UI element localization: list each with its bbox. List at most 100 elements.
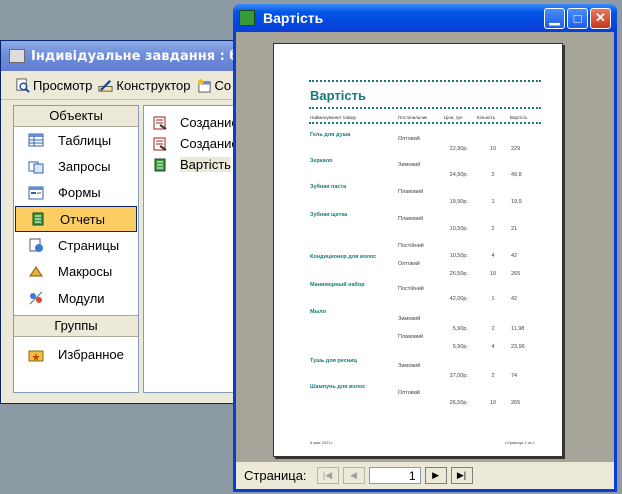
report-window-titlebar[interactable]: Вартість ▁ □ ✕ [233, 4, 617, 32]
minimize-button[interactable]: ▁ [544, 7, 565, 29]
database-window-titlebar[interactable]: Індивідуальне завдання : ба [1, 41, 249, 71]
column-header-qty: Кількість [477, 115, 496, 120]
object-label: Запросы [58, 159, 111, 175]
row-price: 42,00р. [449, 296, 468, 302]
row-supplier: Зимовий [398, 363, 421, 369]
row-supplier: Оптовий [398, 390, 420, 396]
object-label: Таблицы [58, 132, 112, 148]
magnifier-icon [16, 77, 30, 93]
form-icon [28, 186, 44, 200]
last-page-icon: ▶| [456, 470, 467, 480]
list-item-label: Создание [180, 115, 239, 130]
report-icon [154, 158, 166, 171]
object-label: Страницы [58, 237, 120, 253]
close-button[interactable]: ✕ [590, 7, 611, 29]
row-qty: 4 [491, 253, 495, 259]
row-qty: 10 [489, 146, 497, 152]
row-cost: 49,8 [511, 172, 522, 178]
column-header-product: Найменування товару [310, 115, 357, 120]
row-product: Зубная паста [310, 184, 347, 190]
previous-page-icon: ◀ [350, 470, 357, 480]
first-page-icon: |◀ [322, 470, 333, 480]
next-page-button[interactable]: ▶ [424, 467, 447, 484]
column-header-price: Ціна, грн [444, 115, 463, 120]
page-icon [29, 238, 43, 253]
database-toolbar: Просмотр Конструктор Со [1, 71, 249, 100]
preview-label: Просмотр [33, 77, 93, 93]
database-window-title: Індивідуальне завдання : ба [31, 48, 248, 64]
row-supplier: Постійний [398, 243, 424, 249]
row-qty: 2 [491, 326, 495, 332]
row-qty: 10 [489, 400, 497, 406]
row-cost: 23,96 [511, 344, 525, 350]
first-page-button[interactable]: |◀ [316, 467, 339, 484]
row-product: Шампунь для волос [310, 384, 366, 390]
page-number-input[interactable] [368, 467, 421, 484]
previous-page-button[interactable]: ◀ [342, 467, 365, 484]
row-cost: 42 [511, 296, 518, 302]
row-price: 24,90р. [449, 172, 468, 178]
report-wizard-icon [153, 116, 167, 130]
header-rule-top [309, 107, 541, 109]
report-icon [32, 212, 44, 226]
row-product: Мыло [310, 309, 327, 315]
row-cost: 265 [511, 271, 521, 277]
row-qty: 10 [489, 271, 497, 277]
object-reports[interactable]: Отчеты [15, 206, 137, 233]
row-qty: 2 [491, 226, 495, 232]
row-price: 37,00р. [449, 373, 468, 379]
object-pages[interactable]: Страницы [14, 232, 138, 258]
module-icon [29, 291, 43, 305]
row-price: 5,90р. [452, 326, 468, 332]
row-qty: 4 [491, 344, 495, 350]
report-footer-page: Страница 1 из 1 [505, 440, 535, 445]
row-product: Тушь для ресниц [310, 358, 357, 364]
report-footer-date: 6 мая 2011 г. [310, 440, 334, 445]
database-window[interactable]: Індивідуальне завдання : ба Просмотр Кон… [0, 40, 250, 404]
row-product: Зеркало [310, 158, 333, 164]
row-supplier: Зимовий [398, 162, 421, 168]
row-cost: 11,98 [511, 326, 525, 332]
row-qty: 1 [491, 296, 495, 302]
objects-header[interactable]: Объекты [14, 106, 138, 127]
table-icon [28, 133, 44, 147]
report-title: Вартість [310, 88, 366, 103]
create-button[interactable]: Со [197, 77, 232, 93]
create-label: Со [214, 77, 232, 93]
list-item-label: Вартість [180, 157, 231, 172]
new-object-icon [197, 78, 211, 93]
last-page-button[interactable]: ▶| [450, 467, 473, 484]
row-price: 10,50р. [449, 253, 468, 259]
row-product: Кондиционер для волос [310, 254, 377, 260]
groups-header[interactable]: Группы [14, 315, 138, 338]
page-navigation-bar: Страница: |◀ ◀ ▶ ▶| [236, 462, 614, 489]
print-preview-area[interactable]: Вартість Найменування товару Постачальни… [236, 32, 614, 462]
maximize-button[interactable]: □ [567, 7, 588, 29]
row-cost: 19,9 [511, 199, 522, 205]
report-window-title: Вартість [263, 10, 324, 26]
design-button[interactable]: Конструктор [98, 78, 191, 93]
object-queries[interactable]: Запросы [14, 153, 138, 179]
row-supplier: Плавовий [398, 334, 424, 340]
object-modules[interactable]: Модули [14, 285, 138, 311]
row-qty: 2 [491, 373, 495, 379]
row-supplier: Зимовий [398, 316, 421, 322]
row-cost: 42 [511, 253, 518, 259]
favorites-icon [28, 350, 44, 362]
row-cost: 229 [511, 146, 521, 152]
page-label: Страница: [244, 468, 307, 483]
object-macros[interactable]: Макросы [14, 259, 138, 285]
report-icon [239, 10, 255, 26]
object-tables[interactable]: Таблицы [14, 127, 138, 153]
row-price: 10,50р. [449, 226, 468, 232]
group-favorites[interactable]: Избранное [14, 341, 138, 367]
preview-button[interactable]: Просмотр [15, 78, 92, 93]
column-header-supplier: Постачальник [398, 115, 428, 120]
object-label: Формы [58, 185, 101, 201]
object-label: Отчеты [60, 211, 105, 227]
object-forms[interactable]: Формы [14, 180, 138, 206]
row-supplier: Оптовий [398, 261, 420, 267]
report-preview-window[interactable]: Вартість ▁ □ ✕ Вартість Найменування тов… [233, 4, 617, 492]
next-page-icon: ▶ [432, 470, 439, 480]
report-wizard-icon [153, 137, 167, 151]
